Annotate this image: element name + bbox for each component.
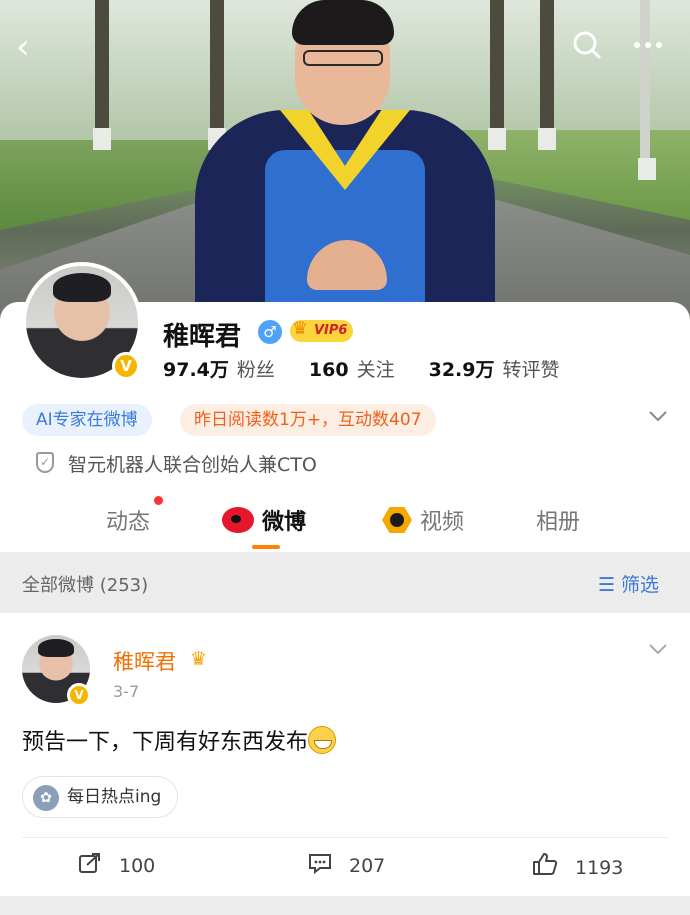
repost-icon	[78, 853, 109, 880]
tab-album[interactable]: 相册	[536, 504, 580, 536]
search-icon[interactable]	[572, 30, 602, 66]
topic-chip[interactable]: ✿ 每日热点ing	[22, 776, 179, 818]
comment-count: 207	[349, 855, 386, 877]
comment-icon	[308, 854, 339, 880]
post-author-name[interactable]: 稚晖君	[113, 646, 176, 676]
crown-icon: ♛	[292, 318, 309, 339]
post-vip-crown-icon: ♛	[190, 648, 208, 670]
like-count: 1193	[575, 857, 624, 879]
post-text: 预告一下，下周有好东西发布	[22, 724, 337, 756]
tab-video[interactable]: 视频	[382, 504, 464, 536]
filter-icon: ☰	[598, 574, 616, 596]
tab-weibo-label: 微博	[262, 510, 307, 535]
back-chevron-icon[interactable]: ‹	[16, 30, 30, 64]
filter-bar: 全部微博 (253) ☰ 筛选	[0, 555, 690, 611]
reads-tag[interactable]: 昨日阅读数1万+，互动数407	[180, 404, 436, 436]
post-date: 3-7	[113, 682, 140, 701]
tab-video-label: 视频	[420, 510, 465, 535]
cover-person-photo	[195, 0, 495, 330]
active-tab-indicator	[252, 545, 280, 549]
following-count: 160	[308, 359, 349, 381]
comment-button[interactable]: 207	[308, 852, 385, 880]
like-button[interactable]: 1193	[532, 852, 623, 882]
profile-stats: 97.4万 粉丝 160 关注 32.9万 转评赞	[163, 355, 560, 382]
expand-chevron-icon[interactable]	[648, 404, 668, 428]
tab-weibo[interactable]: 微博	[222, 504, 306, 536]
male-gender-icon: ♂	[258, 320, 282, 344]
weibo-logo-icon	[222, 507, 254, 533]
filter-button[interactable]: ☰ 筛选	[598, 570, 659, 597]
profile-tabs: 动态 微博 视频 相册	[0, 500, 690, 552]
following-stat[interactable]: 160 关注	[309, 355, 395, 382]
repost-button[interactable]: 100	[78, 852, 155, 880]
verified-badge-icon: V	[112, 352, 140, 380]
followers-count: 97.4万	[163, 359, 229, 381]
notification-dot	[154, 496, 163, 505]
video-icon	[382, 507, 412, 533]
shield-check-icon: ✓	[36, 452, 54, 473]
topic-label: 每日热点ing	[67, 787, 162, 807]
following-label: 关注	[356, 359, 395, 381]
post-menu-chevron-icon[interactable]	[648, 640, 668, 661]
vip-label: VIP6	[314, 323, 348, 338]
grin-emoji-icon	[308, 726, 337, 754]
more-dots-icon[interactable]	[632, 30, 664, 68]
interactions-label: 转评赞	[502, 359, 560, 381]
bottom-gap	[0, 896, 690, 915]
repost-count: 100	[119, 855, 156, 877]
interactions-count: 32.9万	[428, 359, 495, 381]
followers-stat[interactable]: 97.4万 粉丝	[163, 355, 275, 382]
all-posts-count: 全部微博 (253)	[22, 575, 149, 596]
topic-flower-icon: ✿	[33, 785, 59, 811]
followers-label: 粉丝	[236, 359, 275, 381]
post-text-content: 预告一下，下周有好东西发布	[22, 730, 309, 755]
thumbs-up-icon	[532, 853, 565, 882]
tab-activity[interactable]: 动态	[106, 504, 150, 536]
filter-label: 筛选	[621, 574, 660, 596]
ai-expert-tag[interactable]: AI专家在微博	[22, 404, 152, 436]
divider	[22, 837, 668, 838]
profile-name: 稚晖君	[163, 322, 242, 352]
interactions-stat[interactable]: 32.9万 转评赞	[429, 355, 560, 382]
vip-badge[interactable]: ♛ VIP6	[290, 318, 354, 342]
post-verified-badge-icon: V	[67, 683, 91, 707]
verification-text: 智元机器人联合创始人兼CTO	[68, 454, 317, 476]
